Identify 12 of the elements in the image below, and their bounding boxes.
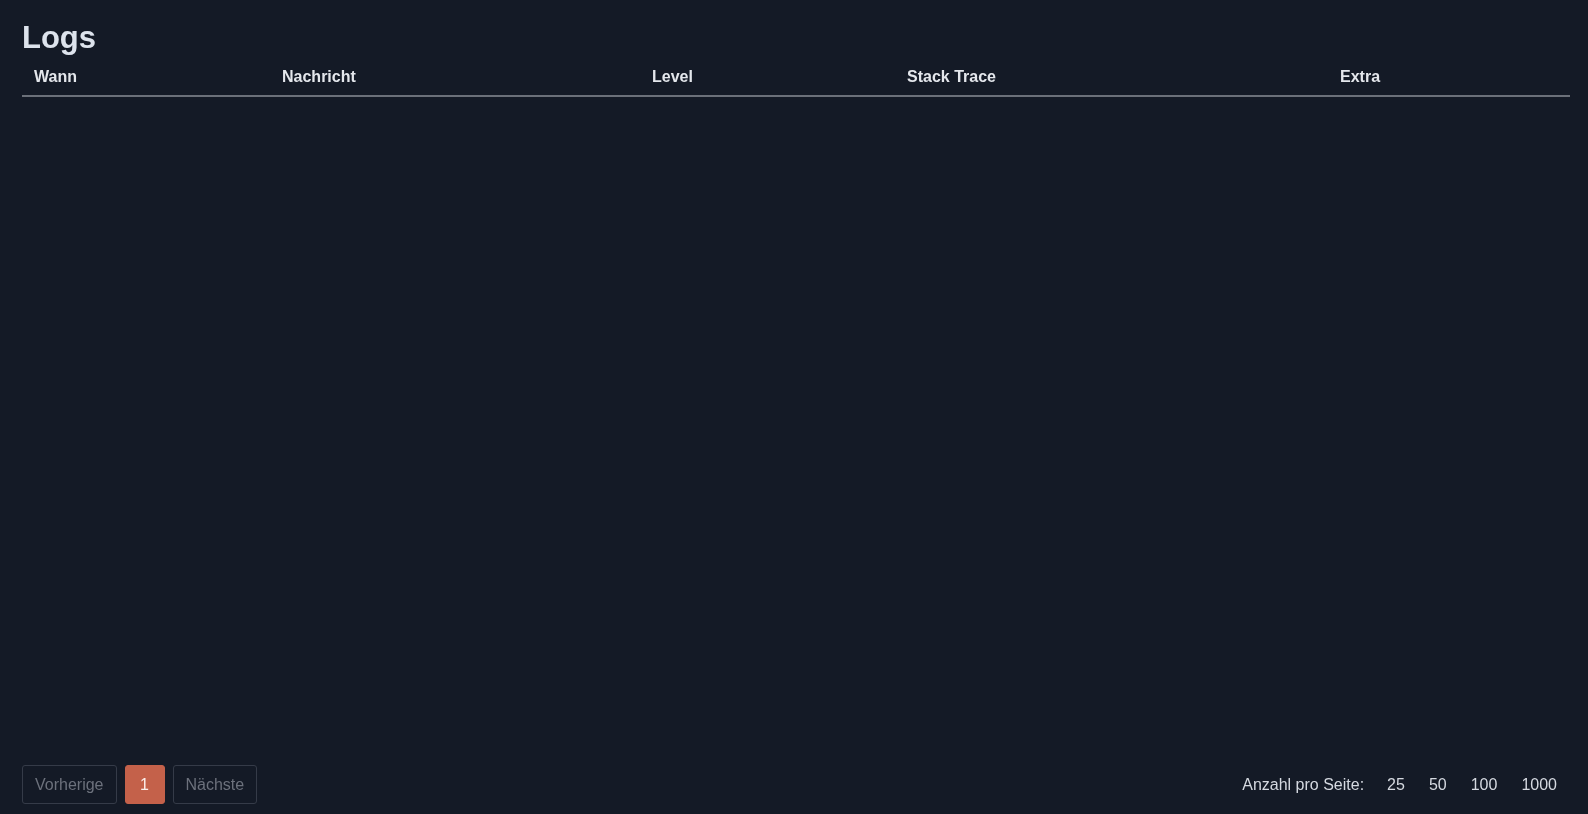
page-size-option[interactable]: 1000 [1512, 769, 1566, 800]
page-size-option[interactable]: 25 [1378, 769, 1414, 800]
column-header: Extra [1340, 67, 1381, 85]
column-header: Level [652, 67, 693, 85]
page-button[interactable]: 1 [124, 765, 165, 804]
page-size-option[interactable]: 50 [1419, 769, 1456, 800]
column-header: Stack Trace [907, 67, 996, 85]
page-title: Logs [22, 19, 97, 57]
column-header: Nachricht [282, 67, 356, 85]
page-size-label: Anzahl pro Seite: [1242, 775, 1365, 794]
page-size-option[interactable]: 100 [1461, 769, 1507, 800]
column-header: Wann [34, 67, 77, 85]
